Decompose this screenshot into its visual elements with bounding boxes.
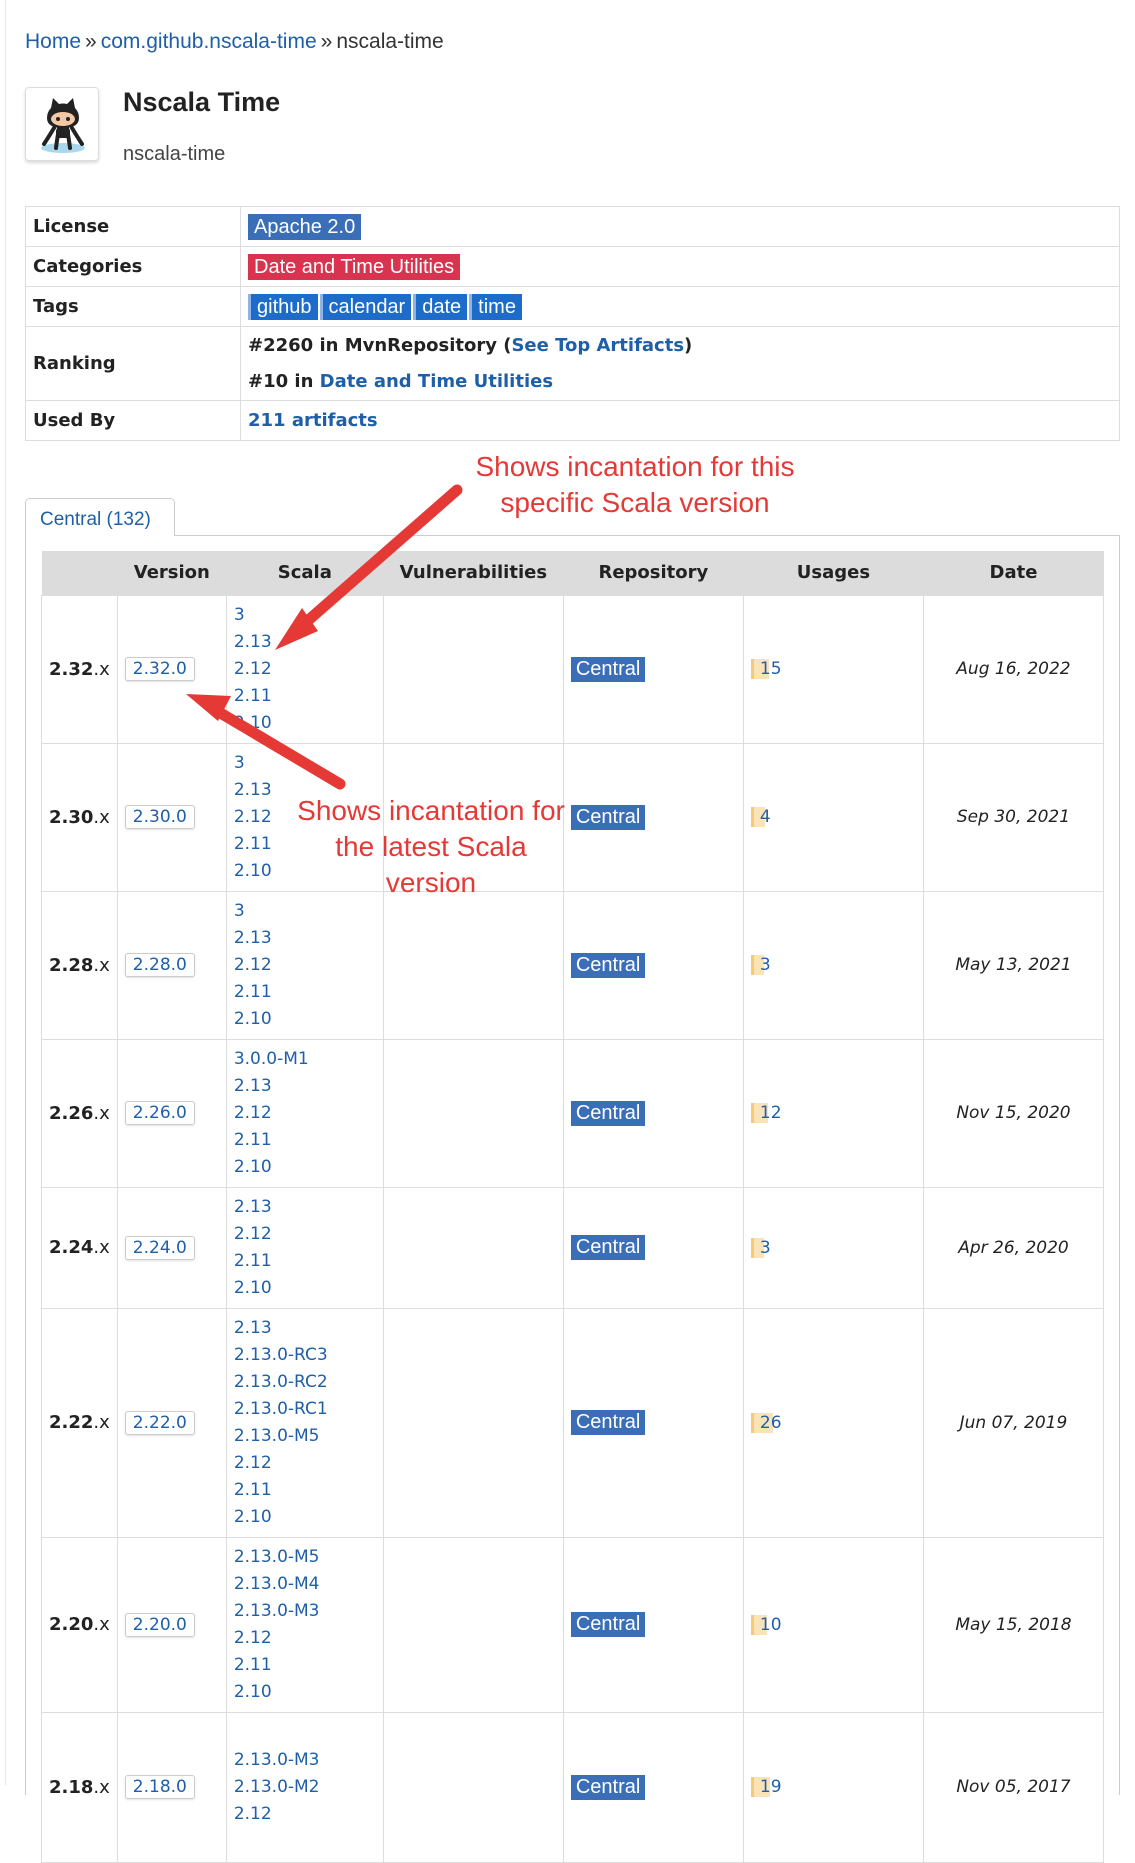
annotation-arrows bbox=[186, 484, 463, 790]
annotation-specific-version: Shows incantation for this specific Scal… bbox=[475, 451, 795, 518]
scala-version-link[interactable]: 2.12 bbox=[234, 1801, 376, 1828]
annotation-latest-version: Shows incantation for the latest Scala v… bbox=[297, 795, 565, 898]
arrow-to-version-button bbox=[186, 694, 346, 790]
